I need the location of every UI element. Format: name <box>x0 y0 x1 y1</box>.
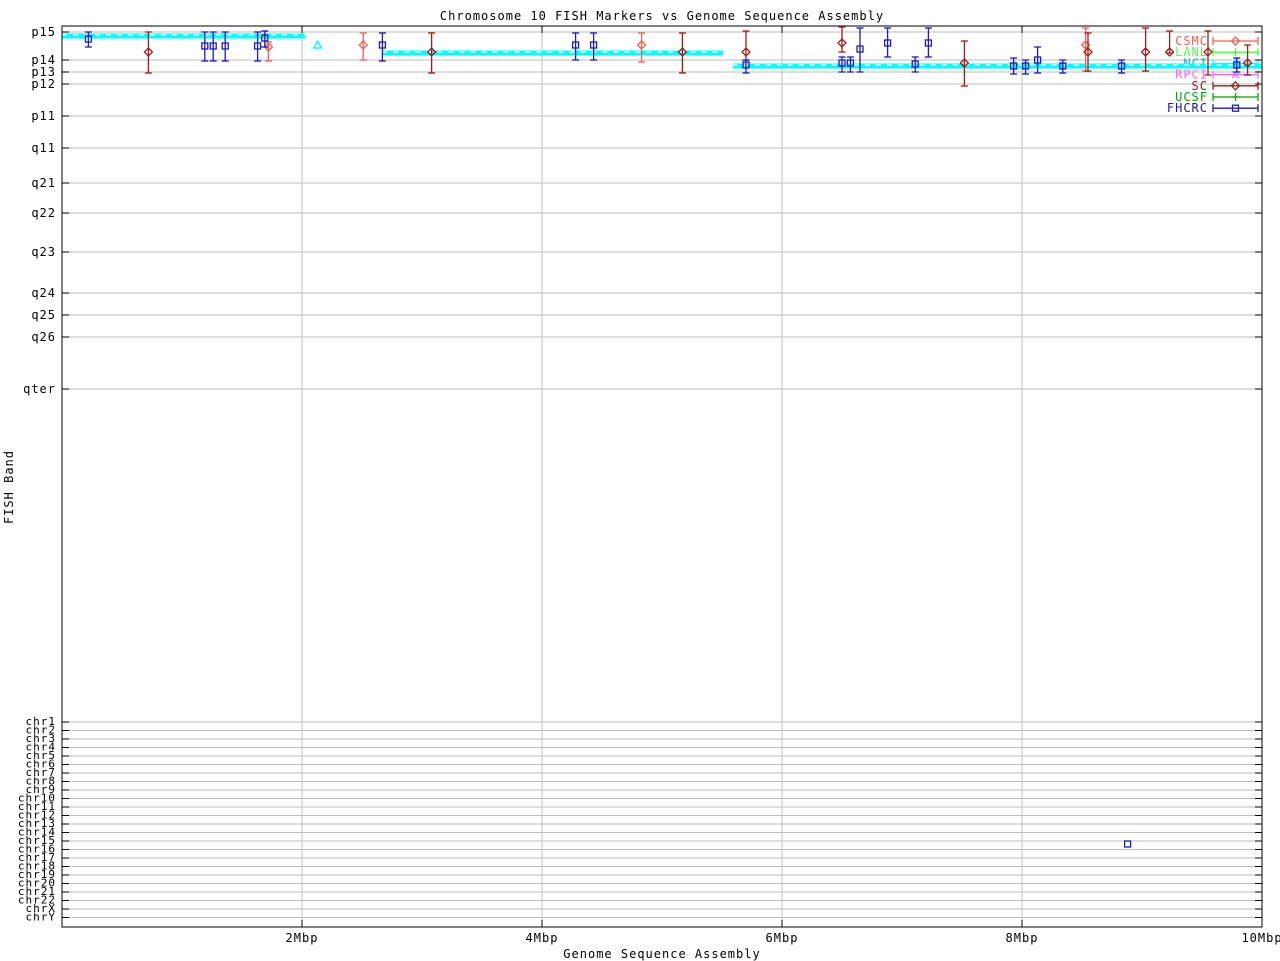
y-tick-label-p11: p11 <box>31 109 56 123</box>
x-tick-label-10Mbp: 10Mbp <box>1241 931 1280 945</box>
y-tick-label-q26: q26 <box>31 330 56 344</box>
y-tick-label-p12: p12 <box>31 77 56 91</box>
y-tick-label-q25: q25 <box>31 308 56 322</box>
plot-border <box>61 25 1263 928</box>
y-tick-label-qter: qter <box>23 382 56 396</box>
legend-label-FHCRC: FHCRC <box>1167 101 1208 115</box>
y-tick-label-q22: q22 <box>31 206 56 220</box>
y-tick-label-q11: q11 <box>31 141 56 155</box>
fish-marker-chart: CSMC LANL NCI RPCI SC UCSF FHCRC 2Mbp 4Mbp 6Mbp 8M… <box>0 0 1280 961</box>
x-tick-label-8Mbp: 8Mbp <box>1006 931 1039 945</box>
y-tick-label-q24: q24 <box>31 286 56 300</box>
legend-marker-LANL <box>1231 48 1240 57</box>
nci-band-1 <box>62 33 306 39</box>
y-tick-label-p15: p15 <box>31 25 56 39</box>
chart-title: Chromosome 10 FISH Markers vs Genome Seq… <box>439 9 885 23</box>
nci-point <box>312 39 323 49</box>
x-axis-label: Genome Sequence Assembly <box>563 947 761 961</box>
x-tick-label-4Mbp: 4Mbp <box>526 931 559 945</box>
y-tick-label-q23: q23 <box>31 245 56 259</box>
x-tick-label-6Mbp: 6Mbp <box>766 931 799 945</box>
x-tick-label-2Mbp: 2Mbp <box>286 931 319 945</box>
fhcrc-point-23 <box>1123 840 1132 848</box>
y-axis-label: FISH Band <box>2 449 16 525</box>
plot-canvas: CSMCLANLNCIRPCISCUCSFFHCRC2Mbp 4Mbp 6Mbp 8M… <box>18 25 1280 945</box>
nci-band-3 <box>732 63 1262 69</box>
legend-marker-UCSF <box>1231 93 1240 101</box>
y-tick-label-q21: q21 <box>31 176 56 190</box>
y-tick-label-chrY: chrY <box>26 911 57 924</box>
